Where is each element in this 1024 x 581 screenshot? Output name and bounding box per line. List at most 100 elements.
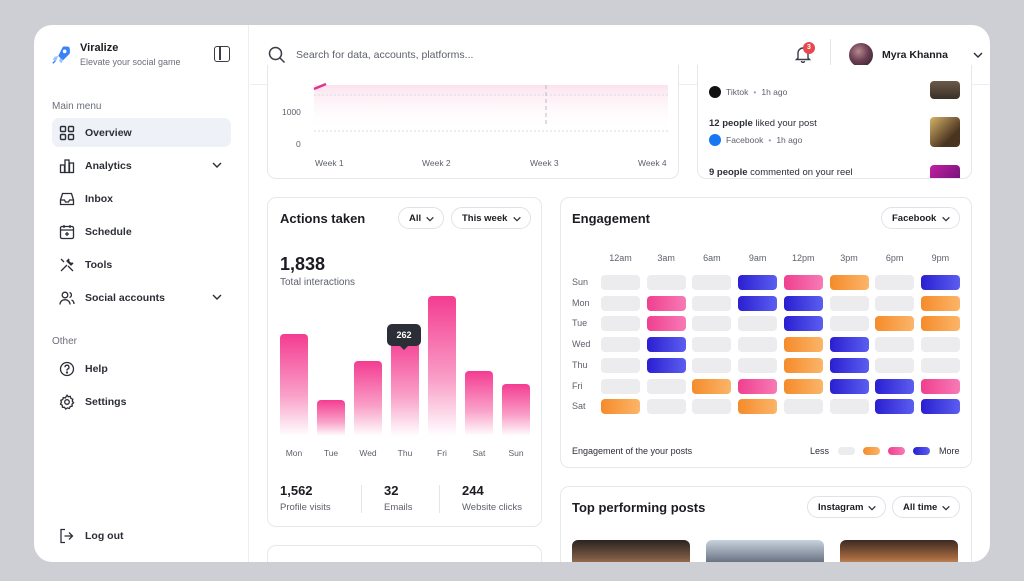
sidebar-item-inbox[interactable]: Inbox: [52, 184, 231, 213]
bar-tue[interactable]: [317, 399, 345, 436]
sidebar-item-settings[interactable]: Settings: [52, 387, 231, 416]
sidebar-item-tools[interactable]: Tools: [52, 250, 231, 279]
heatmap-cell[interactable]: [601, 275, 640, 290]
heatmap-cell[interactable]: [646, 275, 686, 290]
notification-text: 9 people commented on your reel: [709, 167, 853, 178]
sidebar-toggle-icon[interactable]: [214, 46, 230, 62]
heatmap-cell[interactable]: [646, 399, 686, 415]
heatmap-cell[interactable]: [829, 275, 869, 290]
heatmap-cell[interactable]: [829, 295, 869, 311]
heatmap-cell[interactable]: [738, 399, 778, 415]
heatmap-cell[interactable]: [783, 357, 823, 373]
top-post-image[interactable]: [572, 540, 690, 562]
brand[interactable]: Viralize Elevate your social game: [50, 42, 181, 67]
heatmap-cell[interactable]: [920, 295, 960, 311]
heatmap-cell[interactable]: [920, 316, 960, 332]
heatmap-cell[interactable]: [692, 357, 732, 373]
sidebar-item-overview[interactable]: Overview: [52, 118, 231, 147]
bar-sun[interactable]: [502, 384, 530, 436]
heatmap-cell[interactable]: [646, 357, 686, 373]
post-thumbnail[interactable]: [930, 117, 960, 147]
heatmap-cell[interactable]: [829, 357, 869, 373]
heatmap-cell[interactable]: [920, 357, 960, 373]
top-posts-period-dropdown[interactable]: All time: [892, 496, 960, 518]
search-input[interactable]: [296, 46, 596, 64]
heatmap-cell[interactable]: [601, 295, 640, 311]
bar-mon[interactable]: [280, 334, 308, 436]
user-name[interactable]: Myra Khanna: [882, 49, 948, 61]
heatmap-cell[interactable]: [829, 316, 869, 332]
sidebar-item-label: Tools: [85, 258, 113, 271]
chevron-down-icon[interactable]: [211, 159, 223, 171]
heatmap-cell[interactable]: [738, 378, 778, 394]
heatmap-cell[interactable]: [646, 295, 686, 311]
heatmap-cell[interactable]: [875, 275, 915, 290]
post-thumbnail[interactable]: [930, 81, 960, 99]
chevron-down-icon[interactable]: [211, 291, 223, 303]
heatmap-cell[interactable]: [875, 295, 915, 311]
heatmap-cell[interactable]: [738, 316, 778, 332]
heatmap-cell[interactable]: [829, 378, 869, 394]
heatmap-cell[interactable]: [875, 378, 915, 394]
heatmap-cell[interactable]: [783, 316, 823, 332]
heatmap-cell[interactable]: [692, 378, 732, 394]
avatar[interactable]: [849, 43, 873, 67]
bar-sat[interactable]: [465, 370, 493, 436]
heatmap-cell[interactable]: [738, 337, 778, 353]
sidebar-item-analytics[interactable]: Analytics: [52, 151, 231, 180]
heatmap-cell[interactable]: [783, 399, 823, 415]
heatmap-cell[interactable]: [920, 275, 960, 290]
chevron-down-icon[interactable]: [972, 49, 984, 61]
heatmap-cell[interactable]: [920, 399, 960, 415]
sidebar-item-social-accounts[interactable]: Social accounts: [52, 283, 231, 312]
heatmap-cell[interactable]: [783, 295, 823, 311]
period-dropdown[interactable]: This week: [451, 207, 531, 229]
actions-filter-dropdown[interactable]: All: [398, 207, 444, 229]
heatmap-cell[interactable]: [783, 275, 823, 290]
post-thumbnail[interactable]: [930, 165, 960, 178]
heatmap-cell[interactable]: [646, 316, 686, 332]
logout-button[interactable]: Log out: [52, 521, 231, 550]
heatmap-cell[interactable]: [601, 357, 640, 373]
heatmap-cell[interactable]: [601, 399, 640, 415]
heatmap-cell[interactable]: [875, 316, 915, 332]
heatmap-cell[interactable]: [920, 337, 960, 353]
top-post-image[interactable]: [706, 540, 824, 562]
bar-fri[interactable]: [428, 296, 456, 436]
legend-swatch-orange: [863, 447, 880, 455]
heatmap-cell[interactable]: [692, 316, 732, 332]
heatmap-cell[interactable]: [646, 337, 686, 353]
heatmap-cell[interactable]: [646, 378, 686, 394]
x-tick-label: Week 1: [315, 158, 344, 168]
top-post-image[interactable]: [840, 540, 958, 562]
heatmap-cell[interactable]: [601, 378, 640, 394]
heatmap-cell[interactable]: [692, 275, 732, 290]
logout-icon: [60, 528, 74, 543]
heatmap-cell[interactable]: [875, 337, 915, 353]
sidebar-item-schedule[interactable]: Schedule: [52, 217, 231, 246]
heatmap-cell[interactable]: [783, 337, 823, 353]
bar-wed[interactable]: [354, 361, 382, 436]
heatmap-cell[interactable]: [692, 295, 732, 311]
top-posts-platform-dropdown[interactable]: Instagram: [807, 496, 886, 518]
inbox-icon: [59, 192, 75, 205]
heatmap-cell[interactable]: [738, 357, 778, 373]
heatmap-cell[interactable]: [738, 295, 778, 311]
heatmap-cell[interactable]: [829, 337, 869, 353]
heatmap-cell[interactable]: [875, 399, 915, 415]
heatmap-cell[interactable]: [920, 378, 960, 394]
chevron-down-icon: [513, 216, 521, 222]
heatmap-cell[interactable]: [875, 357, 915, 373]
sidebar-item-help[interactable]: Help: [52, 354, 231, 383]
notification-platform: Facebook: [726, 135, 764, 145]
heatmap-cell[interactable]: [601, 337, 640, 353]
heatmap-cell[interactable]: [692, 337, 732, 353]
heatmap-cell[interactable]: [829, 399, 869, 415]
heatmap-cell[interactable]: [601, 316, 640, 332]
bar-thu[interactable]: [391, 335, 419, 436]
chevron-down-icon: [942, 505, 950, 511]
heatmap-cell[interactable]: [738, 275, 778, 290]
heatmap-cell[interactable]: [783, 378, 823, 394]
heatmap-cell[interactable]: [692, 399, 732, 415]
engagement-platform-dropdown[interactable]: Facebook: [881, 207, 960, 229]
